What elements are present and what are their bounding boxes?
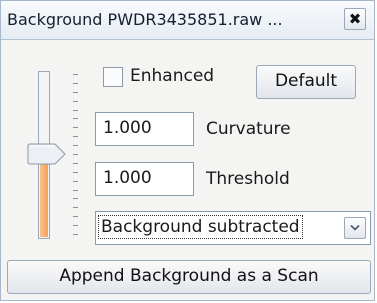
slider-tick — [73, 109, 78, 111]
enhanced-label: Enhanced — [130, 66, 215, 86]
curvature-input[interactable]: 1.000 — [95, 112, 194, 146]
curvature-label: Curvature — [206, 119, 291, 139]
close-icon: ✖ — [348, 10, 362, 28]
slider-ticks — [73, 71, 79, 241]
dropdown-button[interactable] — [344, 217, 366, 239]
slider-thumb[interactable] — [27, 143, 67, 165]
slider-tick — [73, 127, 78, 129]
slider-tick — [73, 162, 78, 164]
slider-tick — [73, 225, 78, 227]
slider-tick — [73, 180, 78, 182]
threshold-label: Threshold — [206, 169, 290, 189]
background-mode-value: Background subtracted — [98, 215, 303, 239]
slider-tick — [73, 234, 78, 235]
slider-tick — [73, 171, 78, 173]
window-title: Background PWDR3435851.raw ... — [7, 10, 283, 29]
append-background-button[interactable]: Append Background as a Scan — [7, 260, 371, 294]
slider-tick — [73, 91, 78, 93]
chevron-down-icon — [350, 224, 360, 231]
slider-tick — [73, 216, 78, 218]
slider-fill — [40, 162, 48, 237]
default-button[interactable]: Default — [256, 65, 356, 99]
background-dialog: Background PWDR3435851.raw ... ✖ Enhance… — [0, 0, 375, 301]
threshold-input[interactable]: 1.000 — [95, 162, 194, 196]
enhanced-checkbox[interactable] — [103, 67, 123, 87]
slider-tick — [73, 154, 78, 155]
close-button[interactable]: ✖ — [344, 8, 366, 30]
slider-tick — [73, 207, 78, 209]
slider-tick — [73, 198, 78, 200]
title-bar: Background PWDR3435851.raw ... ✖ — [1, 1, 374, 40]
slider-tick — [73, 118, 78, 120]
slider-tick — [73, 100, 78, 102]
slider-tick — [73, 145, 78, 147]
slider-tick — [73, 82, 78, 84]
slider-tick — [73, 74, 78, 75]
background-mode-select[interactable]: Background subtracted — [95, 211, 371, 245]
slider-tick — [73, 136, 78, 138]
slider-tick — [73, 189, 78, 191]
